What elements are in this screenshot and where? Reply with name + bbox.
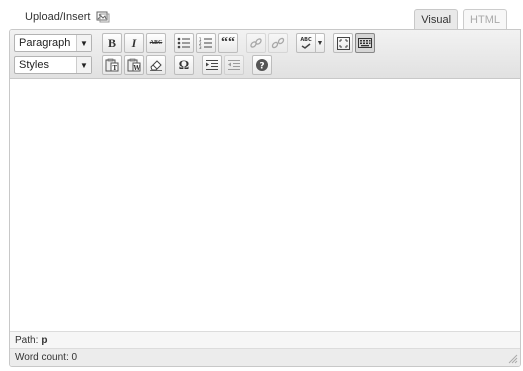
special-char-button[interactable]: Ω [174, 55, 194, 75]
styles-select[interactable]: Styles ▼ [14, 56, 92, 74]
tab-visual[interactable]: Visual [414, 9, 459, 31]
format-select-value: Paragraph [19, 37, 71, 49]
word-count: Word count: 0 [15, 352, 78, 363]
editor-content-area[interactable] [10, 79, 520, 332]
kitchen-sink-button[interactable] [355, 33, 375, 53]
toolbar-row-1: Paragraph ▼ B I ABC 1 2 3 ““ ABC ▼ [14, 33, 377, 53]
bold-icon: B [107, 35, 116, 50]
rich-text-editor: Paragraph ▼ B I ABC 1 2 3 ““ ABC ▼ Style… [9, 29, 521, 367]
path-label: Path: [15, 335, 39, 346]
numbered-list-button[interactable]: 1 2 3 [196, 33, 216, 53]
bold-button[interactable]: B [102, 33, 122, 53]
remove-format-button[interactable] [146, 55, 166, 75]
resize-handle-icon[interactable] [508, 354, 518, 364]
eraser-icon [150, 60, 162, 71]
unlink-button[interactable] [268, 33, 288, 53]
outdent-button[interactable] [224, 55, 244, 75]
unlink-icon [271, 37, 285, 49]
blockquote-button[interactable]: ““ [218, 33, 238, 53]
chevron-down-icon[interactable]: ▼ [76, 35, 91, 51]
indent-icon [206, 60, 218, 70]
strikethrough-button[interactable]: ABC [146, 33, 166, 53]
chevron-down-icon[interactable]: ▼ [76, 57, 91, 73]
insert-link-button[interactable] [246, 33, 266, 53]
svg-text:T: T [113, 65, 118, 72]
paste-text-button[interactable]: T [102, 55, 122, 75]
tab-html[interactable]: HTML [463, 9, 507, 30]
italic-button[interactable]: I [124, 33, 144, 53]
fullscreen-icon [336, 36, 350, 50]
keyboard-icon [358, 38, 372, 48]
add-media-icon[interactable] [96, 11, 110, 23]
omega-icon: Ω [178, 57, 190, 72]
path-bar: Path: p [10, 331, 520, 349]
checkmark-icon [301, 43, 311, 49]
paste-word-button[interactable]: W [124, 55, 144, 75]
editor-tabs: Visual HTML [414, 9, 507, 31]
svg-text:?: ? [259, 62, 264, 72]
italic-icon: I [131, 35, 137, 50]
word-count-bar: Word count: 0 [10, 348, 520, 366]
link-icon [250, 38, 262, 48]
spellcheck-dropdown[interactable]: ▼ [316, 33, 325, 53]
blockquote-icon: ““ [221, 35, 235, 50]
indent-button[interactable] [202, 55, 222, 75]
upload-insert[interactable]: Upload/Insert [25, 8, 110, 26]
paste-text-icon: T [105, 58, 119, 72]
help-button[interactable]: ? [252, 55, 272, 75]
upload-insert-label[interactable]: Upload/Insert [25, 11, 90, 23]
path-element-p[interactable]: p [41, 335, 47, 346]
toolbar-row-2: Styles ▼ T W Ω ? [14, 55, 274, 75]
styles-select-value: Styles [19, 59, 49, 71]
svg-text:3: 3 [199, 45, 202, 49]
fullscreen-button[interactable] [333, 33, 353, 53]
chevron-down-icon: ▼ [316, 39, 324, 47]
bullet-list-icon [177, 37, 190, 49]
outdent-icon [228, 60, 240, 70]
numbered-list-icon: 1 2 3 [199, 37, 212, 49]
bullet-list-button[interactable] [174, 33, 194, 53]
strikethrough-icon: ABC [149, 40, 163, 46]
paste-word-icon: W [127, 58, 141, 72]
spellcheck-button[interactable]: ABC [296, 33, 316, 53]
help-icon: ? [256, 59, 268, 72]
editor-toolbar: Paragraph ▼ B I ABC 1 2 3 ““ ABC ▼ Style… [10, 30, 520, 79]
svg-text:W: W [133, 65, 141, 72]
format-select[interactable]: Paragraph ▼ [14, 34, 92, 52]
